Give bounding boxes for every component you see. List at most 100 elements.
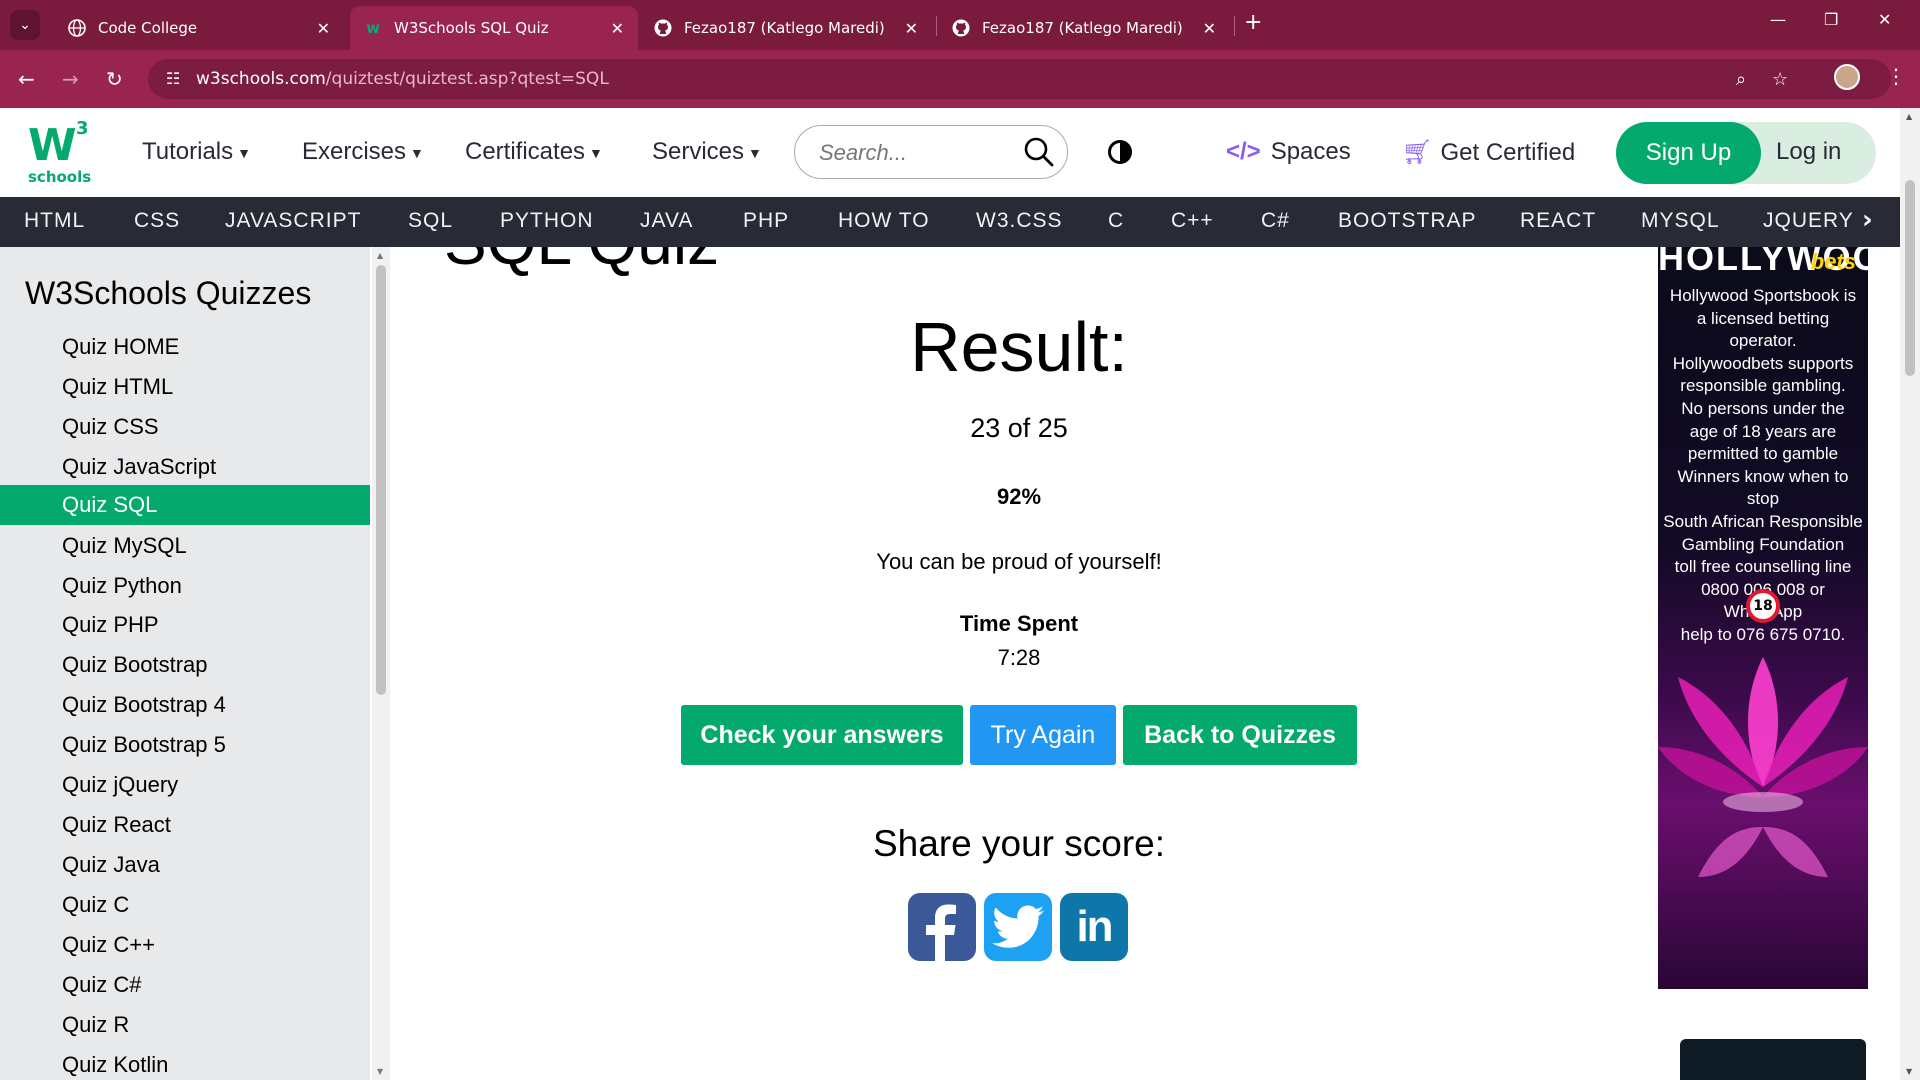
close-tab-icon[interactable]: ✕	[905, 19, 918, 38]
log-in-button[interactable]: Log in	[1776, 138, 1841, 166]
sidebar-scrollbar[interactable]: ▲ ▼	[372, 247, 390, 1080]
result-message: You can be proud of yourself!	[876, 549, 1162, 574]
bookmark-star-icon[interactable]: ☆	[1772, 69, 1788, 90]
sidebar-item-quiz-jquery[interactable]: Quiz jQuery	[0, 765, 370, 805]
sidebar-item-quiz-java[interactable]: Quiz Java	[0, 845, 370, 885]
reload-icon[interactable]: ↻	[106, 67, 123, 91]
sidebar-item-quiz-css[interactable]: Quiz CSS	[0, 407, 370, 447]
url-text[interactable]: w3schools.com/quiztest/quiztest.asp?qtes…	[196, 69, 609, 89]
close-tab-icon[interactable]: ✕	[317, 19, 330, 38]
tab-separator	[1234, 16, 1235, 36]
logo-text: schools	[28, 168, 92, 186]
scroll-up-arrow-icon[interactable]: ▲	[377, 251, 383, 260]
cart-icon: 🛒︎	[1402, 139, 1433, 166]
scroll-down-arrow-icon[interactable]: ▼	[377, 1067, 383, 1076]
sidebar-item-quiz-csharp[interactable]: Quiz C#	[0, 965, 370, 1005]
subject-html[interactable]: HTML	[24, 209, 85, 233]
subject-csharp[interactable]: C#	[1261, 209, 1290, 233]
tab-search-button[interactable]: ⌄	[10, 10, 40, 40]
back-to-quizzes-button[interactable]: Back to Quizzes	[1123, 705, 1357, 765]
w3schools-logo[interactable]: W 3 schools	[26, 118, 92, 186]
sidebar-title: W3Schools Quizzes	[25, 275, 312, 311]
subject-react[interactable]: REACT	[1520, 209, 1596, 233]
github-icon	[952, 19, 970, 37]
sidebar-item-quiz-home[interactable]: Quiz HOME	[0, 327, 370, 367]
check-answers-button[interactable]: Check your answers	[681, 705, 963, 765]
zoom-icon[interactable]: ⌕	[1736, 69, 1746, 90]
search-input[interactable]	[819, 138, 1009, 168]
site-settings-icon[interactable]: ☷	[166, 69, 180, 88]
forward-arrow-icon[interactable]: →	[62, 67, 79, 91]
spaces-link[interactable]: </> Spaces	[1226, 138, 1351, 166]
profile-avatar[interactable]	[1834, 64, 1860, 90]
menu-certificates[interactable]: Certificates ▼	[465, 138, 603, 166]
sidebar-item-quiz-kotlin[interactable]: Quiz Kotlin	[0, 1045, 370, 1080]
sign-up-button[interactable]: Sign Up	[1616, 122, 1761, 184]
scroll-down-arrow-icon[interactable]: ▼	[1906, 1067, 1912, 1076]
close-tab-icon[interactable]: ✕	[1203, 19, 1216, 38]
browser-menu-icon[interactable]: ⋮	[1886, 64, 1906, 88]
close-window-button[interactable]: ✕	[1878, 10, 1891, 29]
menu-tutorials[interactable]: Tutorials ▼	[142, 138, 251, 166]
sidebar-item-quiz-bootstrap-4[interactable]: Quiz Bootstrap 4	[0, 685, 370, 725]
subject-sql[interactable]: SQL	[408, 209, 453, 233]
sidebar-item-quiz-cpp[interactable]: Quiz C++	[0, 925, 370, 965]
back-arrow-icon[interactable]: ←	[18, 67, 35, 91]
subject-python[interactable]: PYTHON	[500, 209, 594, 233]
scroll-up-arrow-icon[interactable]: ▲	[1906, 112, 1912, 121]
page-scroll-thumb[interactable]	[1905, 180, 1915, 376]
new-tab-button[interactable]: +	[1244, 10, 1262, 35]
sidebar-item-quiz-php[interactable]: Quiz PHP	[0, 605, 370, 645]
subject-jquery[interactable]: JQUERY	[1763, 209, 1854, 233]
sidebar-scroll-thumb[interactable]	[376, 265, 386, 695]
hollywoodbets-ad[interactable]: HOLLYWOOD bets Hollywood Sportsbook is a…	[1658, 247, 1868, 989]
quiz-result-panel: SQL Quiz Result: 23 of 25 92% You can be…	[390, 247, 1648, 1080]
try-again-button[interactable]: Try Again	[970, 705, 1116, 765]
sidebar-item-quiz-r[interactable]: Quiz R	[0, 1005, 370, 1045]
close-tab-icon[interactable]: ✕	[611, 19, 624, 38]
search-icon[interactable]	[1023, 136, 1055, 172]
url-bar[interactable]: ☷ w3schools.com/quiztest/quiztest.asp?qt…	[148, 59, 1891, 99]
sidebar-item-quiz-react[interactable]: Quiz React	[0, 805, 370, 845]
caret-down-icon: ▼	[410, 144, 424, 161]
menu-services[interactable]: Services ▼	[652, 138, 762, 166]
tab-github-profile-1[interactable]: Fezao187 (Katlego Maredi) ✕	[640, 6, 932, 50]
subject-w3css[interactable]: W3.CSS	[976, 209, 1063, 233]
twitter-icon[interactable]	[984, 893, 1052, 961]
facebook-icon[interactable]	[908, 893, 976, 961]
sidebar-item-quiz-html[interactable]: Quiz HTML	[0, 367, 370, 407]
sidebar-item-quiz-bootstrap-5[interactable]: Quiz Bootstrap 5	[0, 725, 370, 765]
dark-mode-toggle-icon[interactable]	[1108, 140, 1132, 164]
subject-javascript[interactable]: JAVASCRIPT	[225, 209, 361, 233]
sidebar-item-quiz-javascript[interactable]: Quiz JavaScript	[0, 447, 370, 487]
subject-java[interactable]: JAVA	[640, 209, 693, 233]
sidebar-item-quiz-sql[interactable]: Quiz SQL	[0, 485, 370, 525]
globe-icon	[68, 19, 86, 37]
subjects-nav-bar: HTML CSS JAVASCRIPT SQL PYTHON JAVA PHP …	[0, 197, 1900, 247]
tab-w3schools-sql-quiz[interactable]: w W3Schools SQL Quiz ✕	[350, 6, 638, 50]
time-spent-value: 7:28	[997, 645, 1041, 670]
restore-button[interactable]: ❐	[1824, 10, 1838, 29]
get-certified-link[interactable]: 🛒︎ Get Certified	[1402, 138, 1575, 167]
tab-code-college[interactable]: Code College ✕	[54, 6, 344, 50]
subject-mysql[interactable]: MYSQL	[1641, 209, 1720, 233]
sidebar-item-quiz-mysql[interactable]: Quiz MySQL	[0, 526, 370, 566]
menu-exercises[interactable]: Exercises ▼	[302, 138, 424, 166]
subject-css[interactable]: CSS	[134, 209, 180, 233]
subject-bootstrap[interactable]: BOOTSTRAP	[1338, 209, 1477, 233]
linkedin-icon[interactable]: in	[1060, 893, 1128, 961]
subject-php[interactable]: PHP	[743, 209, 789, 233]
sidebar-item-quiz-c[interactable]: Quiz C	[0, 885, 370, 925]
tab-github-profile-2[interactable]: Fezao187 (Katlego Maredi) ✕	[938, 6, 1230, 50]
chevron-right-icon[interactable]: ›	[1862, 205, 1873, 235]
page-scrollbar[interactable]: ▲ ▼	[1900, 108, 1920, 1080]
subject-cpp[interactable]: C++	[1171, 209, 1214, 233]
subject-how-to[interactable]: HOW TO	[838, 209, 930, 233]
minimize-button[interactable]: —	[1770, 10, 1786, 29]
sidebar-item-quiz-bootstrap[interactable]: Quiz Bootstrap	[0, 645, 370, 685]
search-box	[794, 125, 1068, 179]
sidebar-item-quiz-python[interactable]: Quiz Python	[0, 566, 370, 606]
ad-secondary-banner[interactable]	[1680, 1039, 1866, 1080]
subject-c[interactable]: C	[1108, 209, 1124, 233]
share-heading: Share your score:	[872, 823, 1166, 864]
